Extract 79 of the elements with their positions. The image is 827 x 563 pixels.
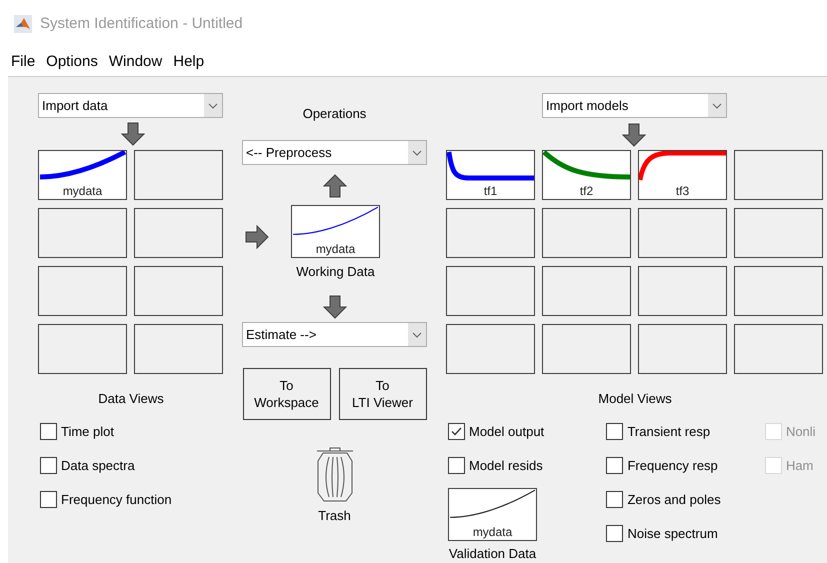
export-button[interactable]: To LTI Viewer xyxy=(338,368,426,420)
empty-tile[interactable] xyxy=(134,150,223,200)
model-tile[interactable]: tf3 xyxy=(638,150,727,200)
checkbox[interactable] xyxy=(40,422,57,440)
checkbox-label: Nonli xyxy=(786,424,816,438)
empty-tile[interactable] xyxy=(542,324,631,374)
checkbox[interactable] xyxy=(448,456,465,474)
chevron-down-icon xyxy=(204,94,222,117)
checkbox[interactable] xyxy=(606,422,624,440)
checkbox[interactable] xyxy=(448,422,465,440)
checkbox-label: Time plot xyxy=(61,424,114,438)
section-title: Model Views xyxy=(597,391,673,406)
empty-tile[interactable] xyxy=(638,208,727,258)
empty-tile[interactable] xyxy=(446,324,535,374)
tile-label: mydata xyxy=(62,184,104,199)
empty-tile[interactable] xyxy=(446,208,535,258)
empty-tile[interactable] xyxy=(734,324,823,374)
empty-tile[interactable] xyxy=(542,266,631,316)
checkbox-label: Noise spectrum xyxy=(627,526,718,540)
empty-tile[interactable] xyxy=(638,266,727,316)
checkbox-label: Model resids xyxy=(469,458,543,472)
import-data-dropdown[interactable]: Import data xyxy=(38,93,223,118)
checkbox-label: Zeros and poles xyxy=(627,492,721,506)
empty-tile[interactable] xyxy=(734,150,823,200)
estimate-dropdown[interactable]: Estimate --> xyxy=(242,322,427,347)
tile-caption: Validation Data xyxy=(448,546,536,561)
tile-caption: Working Data xyxy=(296,264,375,279)
empty-tile[interactable] xyxy=(542,208,631,258)
empty-tile[interactable] xyxy=(638,324,727,374)
menu-item[interactable]: File xyxy=(8,53,38,70)
data-tile[interactable]: mydata xyxy=(291,205,380,258)
menu-item[interactable]: Help xyxy=(170,53,208,70)
chevron-down-icon xyxy=(408,323,426,346)
checkbox-label: Model output xyxy=(469,424,544,438)
arrow-right-icon xyxy=(245,224,269,250)
empty-tile[interactable] xyxy=(134,266,223,316)
section-title: Data Views xyxy=(97,391,165,406)
window-title: System Identification - Untitled xyxy=(40,15,243,32)
checkbox-label: Ham xyxy=(786,458,814,472)
checkbox-label: Frequency function xyxy=(61,492,172,506)
checkbox[interactable] xyxy=(606,490,624,508)
arrow-down-icon xyxy=(120,122,146,146)
section-title: Operations xyxy=(302,106,366,121)
checkbox[interactable] xyxy=(606,524,624,542)
chevron-down-icon xyxy=(708,94,726,117)
model-tile[interactable]: tf1 xyxy=(446,150,535,200)
trash-label: Trash xyxy=(318,508,351,523)
import-models-dropdown[interactable]: Import models xyxy=(542,93,727,118)
empty-tile[interactable] xyxy=(446,266,535,316)
checkbox-label: Transient resp xyxy=(627,424,710,438)
empty-tile[interactable] xyxy=(134,208,223,258)
data-tile[interactable]: mydata xyxy=(448,488,537,541)
empty-tile[interactable] xyxy=(38,208,127,258)
tile-label: tf2 xyxy=(578,184,594,199)
checkbox[interactable] xyxy=(606,456,624,474)
checkbox-label: Data spectra xyxy=(61,458,135,472)
tile-label: tf3 xyxy=(674,184,690,199)
empty-tile[interactable] xyxy=(38,324,127,374)
preprocess-dropdown[interactable]: <-- Preprocess xyxy=(242,140,427,165)
arrow-down-icon xyxy=(322,295,348,319)
tile-label: tf1 xyxy=(482,184,498,199)
empty-tile[interactable] xyxy=(134,324,223,374)
checkbox-label: Frequency resp xyxy=(627,458,718,472)
data-tile[interactable]: mydata xyxy=(38,150,127,200)
export-button[interactable]: To Workspace xyxy=(242,368,330,420)
empty-tile[interactable] xyxy=(38,266,127,316)
tile-label: mydata xyxy=(314,242,356,257)
arrow-up-icon xyxy=(322,174,348,198)
menu-item[interactable]: Window xyxy=(106,53,166,70)
arrow-down-icon xyxy=(621,123,647,147)
empty-tile[interactable] xyxy=(734,266,823,316)
chevron-down-icon xyxy=(408,141,426,164)
menu-item[interactable]: Options xyxy=(43,53,101,70)
app-icon xyxy=(14,14,32,32)
model-tile[interactable]: tf2 xyxy=(542,150,631,200)
checkbox[interactable] xyxy=(40,456,57,474)
checkbox[interactable] xyxy=(40,490,57,508)
tile-label: mydata xyxy=(472,525,514,540)
empty-tile[interactable] xyxy=(734,208,823,258)
